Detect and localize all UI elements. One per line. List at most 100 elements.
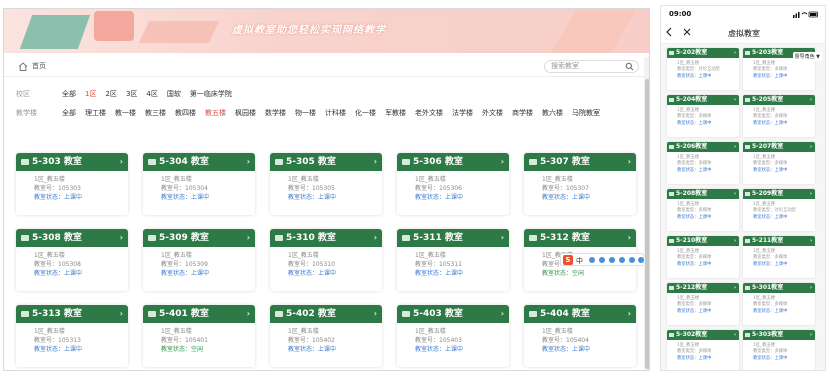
scrollbar-thumb[interactable] — [645, 79, 649, 369]
chevron-right-icon[interactable]: › — [810, 283, 812, 293]
classroom-card[interactable]: 5-404 教室 › 1区_教五楼 教室号：105404 教室状态：上课中 — [524, 305, 636, 367]
classroom-card-header[interactable]: 5-402 教室 › — [270, 305, 382, 323]
filter-option[interactable]: 外文楼 — [482, 108, 503, 118]
chevron-right-icon[interactable]: › — [734, 330, 736, 340]
ime-toolbar[interactable]: S 中 — [560, 253, 644, 266]
classroom-card-header[interactable]: 5-403 教室 › — [397, 305, 509, 323]
ime-logo-icon[interactable]: S — [563, 255, 573, 265]
filter-option[interactable]: 教五楼 — [205, 108, 226, 118]
classroom-card-header[interactable]: 5-313 教室 › — [16, 305, 128, 323]
filter-option[interactable]: 老外文楼 — [415, 108, 443, 118]
classroom-card[interactable]: 5-402 教室 › 1区_教五楼 教室号：105402 教室状态：上课中 — [270, 305, 382, 367]
chevron-right-icon[interactable]: › — [120, 305, 123, 323]
filter-option[interactable]: 教三楼 — [145, 108, 166, 118]
breadcrumb-home[interactable]: 首页 — [32, 61, 46, 71]
chevron-right-icon[interactable]: › — [374, 305, 377, 323]
classroom-card-header[interactable]: 5-309 教室 › — [143, 229, 255, 247]
chevron-right-icon[interactable]: › — [810, 330, 812, 340]
filter-option[interactable]: 全部 — [62, 108, 76, 118]
chevron-right-icon[interactable]: › — [628, 229, 631, 247]
chevron-right-icon[interactable]: › — [734, 142, 736, 152]
ime-punctuation-icon[interactable] — [589, 257, 595, 263]
classroom-card-header[interactable]: 5-401 教室 › — [143, 305, 255, 323]
chevron-right-icon[interactable]: › — [501, 153, 504, 171]
classroom-card-header[interactable]: 5-202教室 › — [667, 48, 739, 58]
chevron-right-icon[interactable]: › — [247, 153, 250, 171]
ime-voice-icon[interactable] — [609, 257, 615, 263]
mobile-classroom-card[interactable]: 5-204教室 › 1区_教五楼 教室类型：多媒体 教室状态：上课中 — [667, 95, 739, 137]
home-icon[interactable] — [18, 62, 28, 71]
filter-option[interactable]: 法学楼 — [452, 108, 473, 118]
role-selector[interactable]: 督导角色 ▼ — [792, 52, 822, 61]
filter-option[interactable]: 教一楼 — [115, 108, 136, 118]
filter-option[interactable]: 化一楼 — [355, 108, 376, 118]
filter-option[interactable]: 物一楼 — [295, 108, 316, 118]
mobile-classroom-card[interactable]: 5-209教室 › 1区_教五楼 教室类型：讨论互动型 教室状态：上课中 — [743, 189, 815, 231]
chevron-right-icon[interactable]: › — [501, 229, 504, 247]
filter-option[interactable]: 马院教室 — [572, 108, 600, 118]
mobile-classroom-card[interactable]: 5-210教室 › 1区_教五楼 教室类型：多媒体 教室状态：上课中 — [667, 236, 739, 278]
mobile-classroom-card[interactable]: 5-205教室 › 1区_教五楼 教室类型：多媒体 教室状态：上课中 — [743, 95, 815, 137]
chevron-right-icon[interactable]: › — [810, 142, 812, 152]
classroom-card[interactable]: 5-310 教室 › 1区_教五楼 教室号：105310 教室状态：上课中 — [270, 229, 382, 291]
chevron-right-icon[interactable]: › — [734, 283, 736, 293]
search-icon[interactable] — [625, 62, 634, 71]
classroom-card-header[interactable]: 5-212教室 › — [667, 283, 739, 293]
classroom-card[interactable]: 5-401 教室 › 1区_教五楼 教室号：105401 教室状态：空闲 — [143, 305, 255, 367]
filter-option[interactable]: 教六楼 — [542, 108, 563, 118]
mobile-classroom-card[interactable]: 5-303教室 › 1区_教五楼 教室类型：多媒体 教室状态：上课中 — [743, 330, 815, 370]
classroom-card-header[interactable]: 5-304 教室 › — [143, 153, 255, 171]
chevron-right-icon[interactable]: › — [247, 229, 250, 247]
classroom-card-header[interactable]: 5-204教室 › — [667, 95, 739, 105]
filter-option[interactable]: 计科楼 — [325, 108, 346, 118]
filter-option[interactable]: 商学楼 — [512, 108, 533, 118]
classroom-card[interactable]: 5-308 教室 › 1区_教五楼 教室号：105308 教室状态：上课中 — [16, 229, 128, 291]
chevron-right-icon[interactable]: › — [810, 95, 812, 105]
classroom-card-header[interactable]: 5-310 教室 › — [270, 229, 382, 247]
classroom-card[interactable]: 5-311 教室 › 1区_教五楼 教室号：105311 教室状态：上课中 — [397, 229, 509, 291]
classroom-card-header[interactable]: 5-207教室 › — [743, 142, 815, 152]
filter-option[interactable]: 军教楼 — [385, 108, 406, 118]
classroom-card-header[interactable]: 5-301教室 › — [743, 283, 815, 293]
classroom-card[interactable]: 5-309 教室 › 1区_教五楼 教室号：105309 教室状态：上课中 — [143, 229, 255, 291]
mobile-classroom-card[interactable]: 5-301教室 › 1区_教五楼 教室类型：多媒体 教室状态：上课中 — [743, 283, 815, 325]
classroom-card[interactable]: 5-305 教室 › 1区_教五楼 教室号：105305 教室状态：上课中 — [270, 153, 382, 215]
ime-skin-icon[interactable] — [629, 257, 635, 263]
classroom-card-header[interactable]: 5-303教室 › — [743, 330, 815, 340]
classroom-card[interactable]: 5-306 教室 › 1区_教五楼 教室号：105306 教室状态：上课中 — [397, 153, 509, 215]
classroom-card[interactable]: 5-307 教室 › 1区_教五楼 教室号：105307 教室状态：上课中 — [524, 153, 636, 215]
filter-option[interactable]: 全部 — [62, 89, 76, 99]
mobile-classroom-card[interactable]: 5-207教室 › 1区_教五楼 教室类型：多媒体 教室状态：上课中 — [743, 142, 815, 184]
classroom-card-header[interactable]: 5-312 教室 › — [524, 229, 636, 247]
classroom-card[interactable]: 5-403 教室 › 1区_教五楼 教室号：105403 教室状态：上课中 — [397, 305, 509, 367]
chevron-right-icon[interactable]: › — [734, 95, 736, 105]
filter-option[interactable]: 4区 — [146, 89, 157, 99]
chevron-right-icon[interactable]: › — [501, 305, 504, 323]
chevron-right-icon[interactable]: › — [734, 189, 736, 199]
mobile-classroom-card[interactable]: 5-212教室 › 1区_教五楼 教室类型：多媒体 教室状态：上课中 — [667, 283, 739, 325]
classroom-card-header[interactable]: 5-302教室 › — [667, 330, 739, 340]
chevron-right-icon[interactable]: › — [734, 236, 736, 246]
filter-option[interactable]: 数学楼 — [265, 108, 286, 118]
classroom-card-header[interactable]: 5-205教室 › — [743, 95, 815, 105]
chevron-right-icon[interactable]: › — [120, 153, 123, 171]
chevron-right-icon[interactable]: › — [734, 48, 736, 58]
classroom-card[interactable]: 5-304 教室 › 1区_教五楼 教室号：105304 教室状态：上课中 — [143, 153, 255, 215]
chevron-right-icon[interactable]: › — [810, 236, 812, 246]
search-input[interactable]: 搜索教室 — [544, 60, 639, 73]
filter-option[interactable]: 1区 — [85, 89, 96, 99]
chevron-right-icon[interactable]: › — [628, 305, 631, 323]
classroom-card-header[interactable]: 5-404 教室 › — [524, 305, 636, 323]
filter-option[interactable]: 枫园楼 — [235, 108, 256, 118]
chevron-right-icon[interactable]: › — [120, 229, 123, 247]
filter-option[interactable]: 第一临床学院 — [190, 89, 232, 99]
mobile-classroom-card[interactable]: 5-208教室 › 1区_教五楼 教室类型：多媒体 教室状态：上课中 — [667, 189, 739, 231]
mobile-classroom-card[interactable]: 5-202教室 › 1区_教五楼 教室类型：讨论互动型 教室状态：上课中 — [667, 48, 739, 90]
chevron-right-icon[interactable]: › — [374, 229, 377, 247]
classroom-card-header[interactable]: 5-206教室 › — [667, 142, 739, 152]
filter-option[interactable]: 国软 — [167, 89, 181, 99]
mobile-classroom-card[interactable]: 5-211教室 › 1区_教五楼 教室类型：多媒体 教室状态：上课中 — [743, 236, 815, 278]
mobile-classroom-card[interactable]: 5-206教室 › 1区_教五楼 教室类型：多媒体 教室状态：上课中 — [667, 142, 739, 184]
classroom-card-header[interactable]: 5-307 教室 › — [524, 153, 636, 171]
classroom-card-header[interactable]: 5-303 教室 › — [16, 153, 128, 171]
